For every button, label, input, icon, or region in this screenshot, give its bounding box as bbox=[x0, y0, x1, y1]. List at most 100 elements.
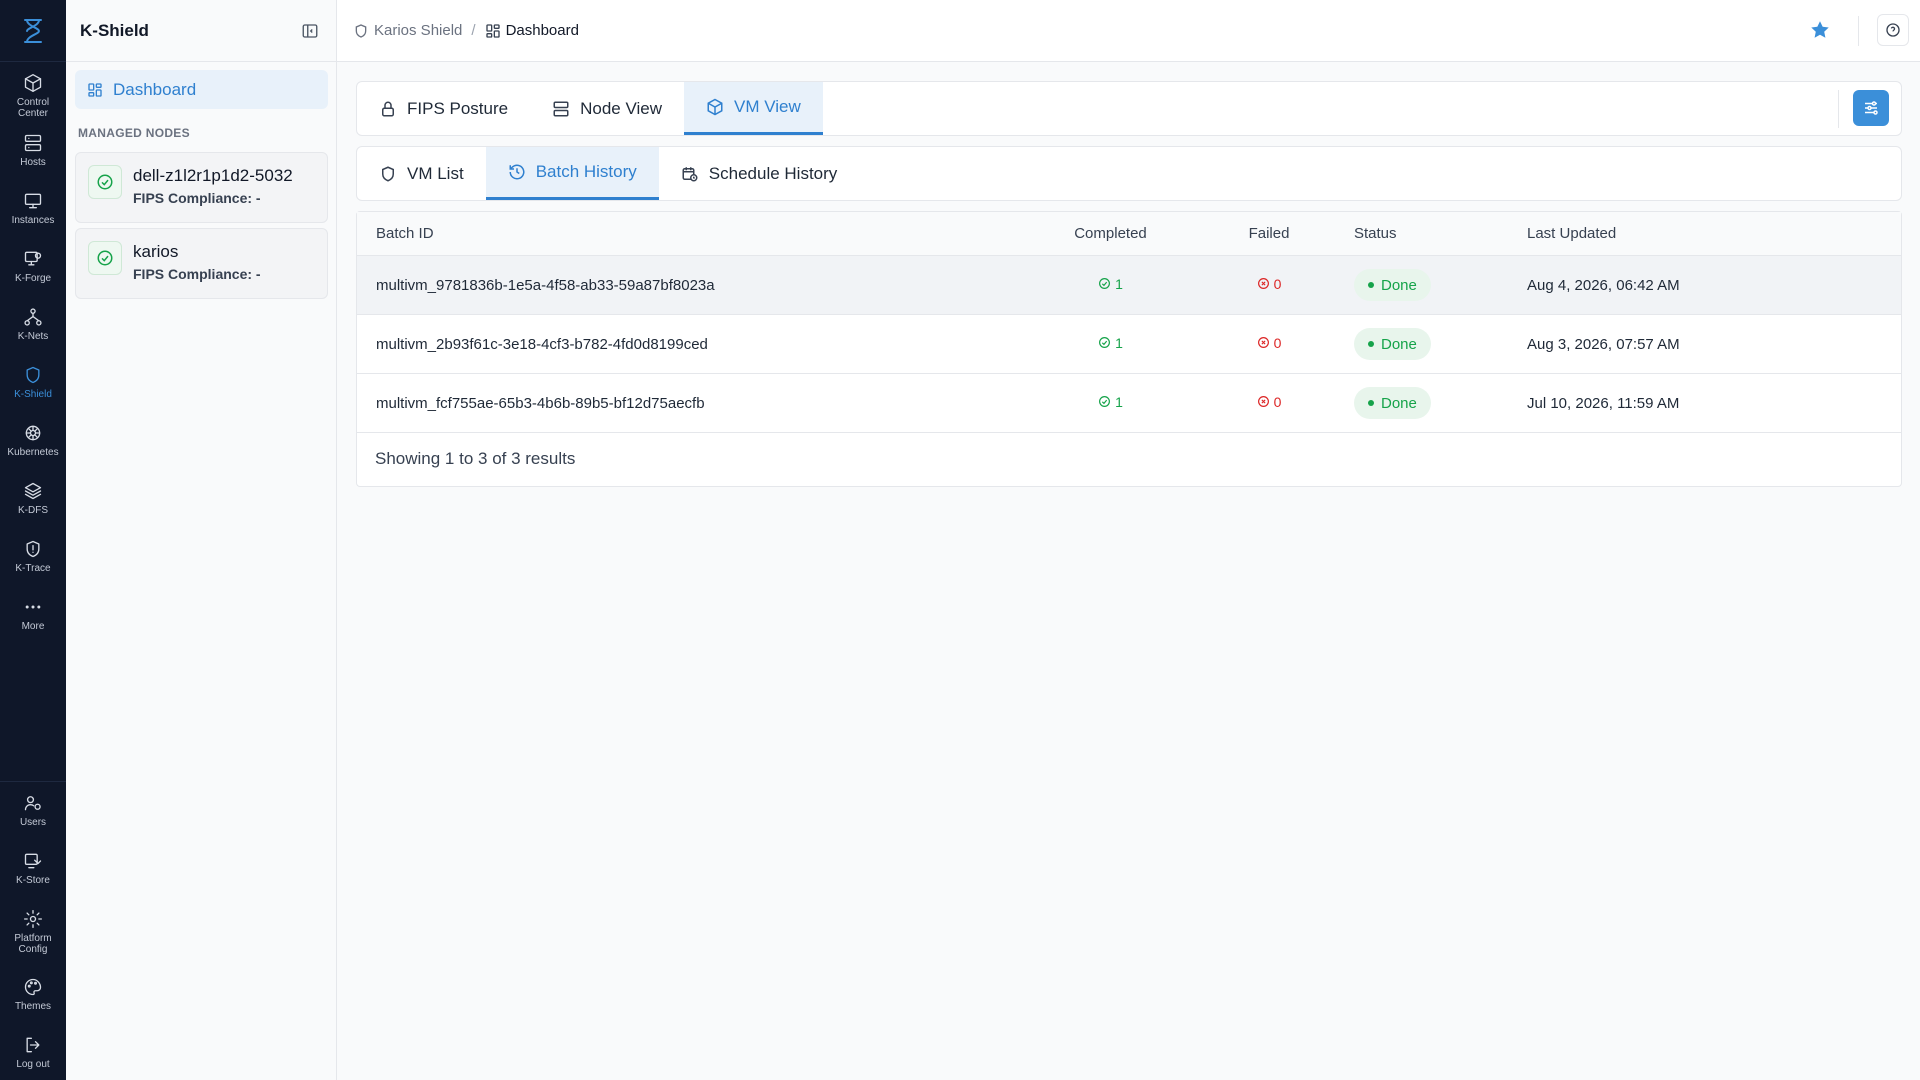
hourglass-logo-icon bbox=[24, 18, 42, 43]
node-name: karios bbox=[133, 242, 179, 261]
rail-item-k-trace[interactable]: K-Trace bbox=[0, 528, 66, 586]
breadcrumb-separator: / bbox=[471, 22, 476, 39]
help-icon bbox=[1886, 23, 1900, 37]
table-row[interactable]: multivm_9781836b-1e5a-4f58-ab33-59a87bf8… bbox=[357, 256, 1901, 315]
table-row[interactable]: multivm_fcf755ae-65b3-4b6b-89b5-bf12d75a… bbox=[357, 374, 1901, 433]
node-card[interactable]: dell-z1l2r1p1d2-5032 FIPS Compliance: - bbox=[75, 152, 328, 223]
rail-item-users[interactable]: Users bbox=[0, 782, 66, 840]
rail-label: Users bbox=[19, 817, 47, 828]
helm-icon bbox=[22, 422, 44, 444]
rail-bottom-nav: Users K-Store Platform Config Themes Log… bbox=[0, 781, 66, 1080]
sidebar-collapse-icon bbox=[302, 23, 318, 38]
rail-item-instances[interactable]: Instances bbox=[0, 180, 66, 238]
store-icon bbox=[22, 850, 44, 872]
status-badge: Done bbox=[1354, 387, 1431, 419]
layers-icon bbox=[22, 480, 44, 502]
tab-schedule-history[interactable]: Schedule History bbox=[659, 147, 860, 200]
rail-top-nav: Control Center Hosts Instances K-Forge K… bbox=[0, 62, 66, 644]
help-button[interactable] bbox=[1877, 14, 1909, 46]
filter-settings-button[interactable] bbox=[1853, 90, 1889, 126]
x-circle-icon bbox=[1257, 337, 1269, 349]
rail-label: K-Trace bbox=[15, 563, 51, 574]
lock-icon bbox=[382, 101, 394, 116]
column-header-last-updated[interactable]: Last Updated bbox=[1527, 225, 1901, 242]
rail-item-k-store[interactable]: K-Store bbox=[0, 840, 66, 898]
star-icon bbox=[1811, 21, 1829, 38]
check-circle-icon bbox=[88, 165, 122, 199]
rail-label: Hosts bbox=[20, 157, 46, 168]
tab-label: VM View bbox=[734, 97, 801, 116]
trace-icon bbox=[22, 538, 44, 560]
sidebar-item-label: Dashboard bbox=[113, 79, 197, 99]
rail-item-hosts[interactable]: Hosts bbox=[0, 122, 66, 180]
rail-item-k-shield[interactable]: K-Shield bbox=[0, 354, 66, 412]
tab-vm-view[interactable]: VM View bbox=[684, 82, 823, 135]
failed-count: 0 bbox=[1257, 335, 1281, 351]
column-header-completed[interactable]: Completed bbox=[1017, 225, 1204, 242]
tab-batch-history[interactable]: Batch History bbox=[485, 147, 659, 200]
users-icon bbox=[22, 792, 44, 814]
rail-item-k-nets[interactable]: K-Nets bbox=[0, 296, 66, 354]
last-updated-cell: Aug 3, 2026, 07:57 AM bbox=[1527, 335, 1680, 353]
breadcrumb-root[interactable]: Karios Shield bbox=[374, 22, 462, 39]
forge-icon bbox=[22, 248, 44, 270]
shield-icon bbox=[22, 364, 44, 386]
rail-item-log-out[interactable]: Log out bbox=[0, 1024, 66, 1080]
check-circle-icon bbox=[1099, 278, 1111, 290]
x-circle-icon bbox=[1257, 278, 1269, 290]
tab-fips-posture[interactable]: FIPS Posture bbox=[357, 82, 530, 135]
check-circle-icon bbox=[1099, 337, 1111, 349]
network-icon bbox=[22, 306, 44, 328]
node-card[interactable]: karios FIPS Compliance: - bbox=[75, 228, 328, 299]
last-updated-cell: Jul 10, 2026, 11:59 AM bbox=[1527, 394, 1680, 412]
rail-label: Platform Config bbox=[14, 933, 52, 955]
server-icon bbox=[22, 132, 44, 154]
monitor-icon bbox=[22, 190, 44, 212]
history-icon bbox=[509, 164, 525, 180]
app-rail: Control Center Hosts Instances K-Forge K… bbox=[0, 0, 66, 1080]
node-compliance: FIPS Compliance: - bbox=[133, 190, 261, 206]
tab-label: Node View bbox=[580, 98, 663, 118]
rail-item-control-center[interactable]: Control Center bbox=[0, 62, 66, 122]
last-updated-cell: Aug 4, 2026, 06:42 AM bbox=[1527, 276, 1680, 294]
node-compliance: FIPS Compliance: - bbox=[133, 266, 261, 282]
status-badge: Done bbox=[1354, 328, 1431, 360]
rail-label: K-Nets bbox=[17, 331, 49, 342]
tab-label: FIPS Posture bbox=[407, 98, 509, 118]
tab-vm-list[interactable]: VM List bbox=[357, 147, 486, 200]
rail-label: Instances bbox=[11, 215, 55, 226]
sub-tabs: VM List Batch History Schedule History bbox=[356, 146, 1902, 201]
status-badge: Done bbox=[1354, 269, 1431, 301]
logout-icon bbox=[22, 1034, 44, 1056]
gear-icon bbox=[22, 908, 44, 930]
rail-label: K-Store bbox=[16, 875, 50, 886]
check-circle-icon bbox=[88, 241, 122, 275]
collapse-sidebar-button[interactable] bbox=[298, 19, 322, 43]
rail-item-platform-config[interactable]: Platform Config bbox=[0, 898, 66, 966]
rail-label: K-DFS bbox=[18, 505, 48, 516]
tab-node-view[interactable]: Node View bbox=[530, 82, 684, 135]
column-header-failed[interactable]: Failed bbox=[1204, 225, 1334, 242]
cube-icon bbox=[22, 72, 44, 94]
dashboard-icon bbox=[88, 82, 102, 97]
sliders-icon bbox=[1865, 101, 1878, 115]
rail-label: Log out bbox=[16, 1059, 50, 1070]
sidebar-item-dashboard[interactable]: Dashboard bbox=[75, 70, 328, 109]
table-row[interactable]: multivm_2b93f61c-3e18-4cf3-b782-4fd0d819… bbox=[357, 315, 1901, 374]
app-logo[interactable] bbox=[0, 0, 66, 62]
favorite-button[interactable] bbox=[1809, 19, 1833, 43]
shield-icon bbox=[355, 23, 367, 38]
sidebar: K-Shield Dashboard MANAGED NODES dell-z1… bbox=[66, 0, 337, 1080]
tab-label: Schedule History bbox=[708, 163, 838, 183]
topbar-divider bbox=[1858, 16, 1859, 46]
rail-item-k-dfs[interactable]: K-DFS bbox=[0, 470, 66, 528]
main-tabs: FIPS Posture Node View VM View bbox=[356, 81, 1902, 136]
column-header-status[interactable]: Status bbox=[1334, 225, 1527, 242]
rail-item-more[interactable]: More bbox=[0, 586, 66, 644]
tab-label: VM List bbox=[407, 163, 464, 183]
column-header-batch-id[interactable]: Batch ID bbox=[357, 225, 1017, 242]
rail-item-kubernetes[interactable]: Kubernetes bbox=[0, 412, 66, 470]
rail-item-themes[interactable]: Themes bbox=[0, 966, 66, 1024]
dashboard-icon bbox=[485, 23, 500, 38]
rail-item-k-forge[interactable]: K-Forge bbox=[0, 238, 66, 296]
